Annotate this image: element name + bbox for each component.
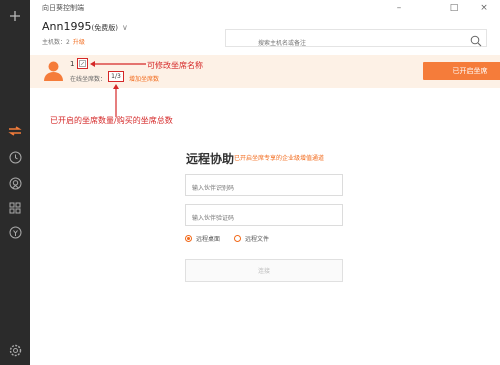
annotation-rename: 可修改坐席名称 bbox=[147, 61, 203, 70]
host-count-label: 主机数：2 bbox=[42, 39, 70, 46]
partner-code-field bbox=[185, 204, 343, 229]
search-box bbox=[225, 29, 487, 52]
chevron-down-icon[interactable]: ∨ bbox=[122, 23, 128, 32]
sidebar bbox=[0, 0, 30, 365]
radio-selected-icon bbox=[185, 235, 192, 242]
avatar bbox=[42, 59, 65, 82]
account-edition: (免费版) bbox=[91, 24, 118, 32]
apps-icon[interactable] bbox=[5, 198, 25, 218]
clock-icon[interactable] bbox=[5, 147, 25, 167]
account-switcher[interactable]: Ann1995(免费版) ∨ bbox=[42, 20, 128, 33]
radio-remote-file-label: 远程文件 bbox=[245, 236, 270, 243]
title-bar: 向日葵控制端 – □ × bbox=[30, 0, 500, 18]
account-name: Ann1995 bbox=[42, 20, 92, 33]
maximize-button[interactable]: □ bbox=[448, 3, 460, 13]
search-input[interactable] bbox=[226, 35, 456, 52]
webcam-icon[interactable] bbox=[5, 173, 25, 193]
upgrade-link[interactable]: 升级 bbox=[73, 39, 85, 46]
settings-icon[interactable] bbox=[5, 340, 25, 360]
seat-number: 1 bbox=[70, 60, 75, 68]
search-icon[interactable] bbox=[470, 32, 482, 51]
partner-id-input[interactable] bbox=[186, 178, 342, 199]
plus-icon[interactable] bbox=[5, 6, 25, 26]
seat-ratio: 1/3 bbox=[108, 71, 124, 82]
radio-remote-file[interactable]: 远程文件 bbox=[234, 234, 269, 243]
partner-code-input[interactable] bbox=[186, 208, 342, 229]
remote-title: 远程协助 bbox=[186, 152, 235, 166]
annotation-ratio: 已开启的坐席数量/购买的坐席总数 bbox=[50, 116, 173, 125]
seat-opened-button[interactable]: 已开启坐席 bbox=[423, 62, 500, 80]
radio-unselected-icon bbox=[234, 235, 241, 242]
discover-icon[interactable] bbox=[5, 222, 25, 242]
seat-banner: 1 在线坐席数： 1/3 增加坐席数 已开启坐席 bbox=[30, 55, 500, 88]
radio-remote-desktop[interactable]: 远程桌面 bbox=[185, 234, 220, 243]
close-button[interactable]: × bbox=[478, 3, 490, 13]
minimize-button[interactable]: – bbox=[393, 3, 405, 13]
edit-icon[interactable] bbox=[77, 58, 88, 69]
transfer-icon[interactable] bbox=[5, 121, 25, 141]
app-title: 向日葵控制端 bbox=[42, 4, 84, 12]
online-seats-label: 在线坐席数： bbox=[70, 76, 107, 83]
connect-button[interactable]: 连接 bbox=[185, 259, 343, 282]
radio-remote-desktop-label: 远程桌面 bbox=[196, 236, 221, 243]
host-count: 主机数：2 升级 bbox=[42, 37, 85, 46]
app-window: 向日葵控制端 – □ × Ann1995(免费版) ∨ 主机数：2升级 1 在线坐… bbox=[0, 0, 500, 365]
partner-id-field bbox=[185, 174, 343, 199]
add-seats-link[interactable]: 增加坐席数 bbox=[129, 74, 159, 83]
remote-subtitle: 已开启坐席专享的企业级增值通道 bbox=[234, 155, 325, 162]
